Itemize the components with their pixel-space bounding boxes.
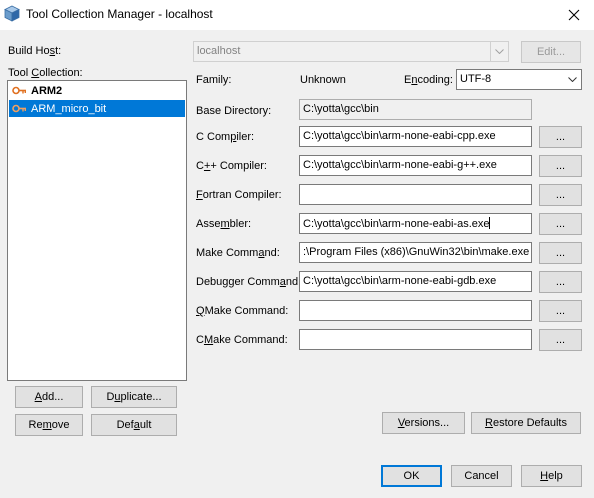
make-command-field[interactable]: :\Program Files (x86)\GnuWin32\bin\make.… (299, 242, 532, 263)
edit-host-label: Edit... (536, 46, 566, 58)
c-compiler-label: C Compiler: (196, 131, 255, 143)
cpp-compiler-browse-button[interactable]: ... (539, 155, 582, 177)
assembler-label: Assembler: (196, 218, 252, 230)
add-button[interactable]: Add... (15, 386, 83, 408)
cpp-compiler-label: C++ Compiler: (196, 160, 267, 172)
c-compiler-value: C:\yotta\gcc\bin\arm-none-eabi-cpp.exe (303, 130, 496, 142)
cancel-button[interactable]: Cancel (451, 465, 512, 487)
base-directory-value: C:\yotta\gcc\bin (303, 103, 379, 115)
chevron-down-icon (563, 70, 581, 89)
fortran-compiler-label: Fortran Compiler: (196, 189, 282, 201)
make-command-label: Make Command: (196, 247, 280, 259)
help-button[interactable]: Help (521, 465, 582, 487)
debugger-command-browse-button[interactable]: ... (539, 271, 582, 293)
cpp-compiler-value: C:\yotta\gcc\bin\arm-none-eabi-g++.exe (303, 159, 497, 171)
text-cursor (489, 217, 491, 229)
build-host-select[interactable]: localhost (193, 41, 509, 62)
cmake-command-field[interactable] (299, 329, 532, 350)
add-label: Add... (34, 391, 64, 403)
restore-defaults-label: Restore Defaults (485, 417, 567, 429)
ok-button[interactable]: OK (381, 465, 442, 487)
chevron-down-icon (490, 42, 508, 61)
ok-label: OK (403, 470, 420, 482)
default-button[interactable]: Default (91, 414, 177, 436)
title-bar: Tool Collection Manager - localhost (0, 0, 594, 30)
qmake-command-field[interactable] (299, 300, 532, 321)
list-item-arm-micro-bit[interactable]: ARM_micro_bit (9, 100, 185, 117)
base-directory-label: Base Directory: (196, 105, 272, 117)
browse-label: ... (555, 131, 566, 143)
encoding-select[interactable]: UTF-8 (456, 69, 582, 90)
assembler-browse-button[interactable]: ... (539, 213, 582, 235)
default-label: Default (116, 419, 152, 431)
browse-label: ... (555, 189, 566, 201)
make-command-value: :\Program Files (x86)\GnuWin32\bin\make.… (303, 246, 530, 258)
help-label: Help (540, 470, 563, 482)
restore-defaults-button[interactable]: Restore Defaults (471, 412, 581, 434)
key-tool-icon (12, 86, 27, 95)
list-item-label: ARM_micro_bit (31, 102, 107, 115)
close-button[interactable] (554, 0, 594, 30)
build-host-value: localhost (197, 45, 241, 57)
tool-collection-list[interactable]: ARM2 ARM_micro_bit (7, 80, 187, 381)
fortran-compiler-browse-button[interactable]: ... (539, 184, 582, 206)
window-title: Tool Collection Manager - localhost (26, 7, 213, 21)
key-tool-icon (12, 104, 27, 113)
versions-button[interactable]: Versions... (382, 412, 465, 434)
debugger-command-label: Debugger Command: (196, 276, 302, 288)
browse-label: ... (555, 334, 566, 346)
assembler-field[interactable]: C:\yotta\gcc\bin\arm-none-eabi-as.exe (299, 213, 532, 234)
duplicate-button[interactable]: Duplicate... (91, 386, 177, 408)
fortran-compiler-field[interactable] (299, 184, 532, 205)
family-value: Unknown (300, 74, 346, 86)
encoding-label: Encoding: (404, 74, 453, 86)
duplicate-label: Duplicate... (106, 391, 162, 403)
assembler-value: C:\yotta\gcc\bin\arm-none-eabi-as.exe (303, 218, 490, 230)
browse-label: ... (555, 218, 566, 230)
browse-label: ... (555, 305, 566, 317)
c-compiler-field[interactable]: C:\yotta\gcc\bin\arm-none-eabi-cpp.exe (299, 126, 532, 147)
cancel-label: Cancel (464, 470, 499, 482)
netbeans-cube-icon (4, 5, 20, 22)
cmake-command-browse-button[interactable]: ... (539, 329, 582, 351)
tool-collection-label: Tool Collection: (8, 67, 83, 79)
remove-label: Remove (28, 419, 70, 431)
versions-label: Versions... (397, 417, 450, 429)
family-label: Family: (196, 74, 232, 86)
build-host-label: Build Host: (8, 45, 62, 57)
base-directory-field[interactable]: C:\yotta\gcc\bin (299, 99, 532, 120)
list-item-arm2[interactable]: ARM2 (9, 82, 185, 99)
close-icon (568, 9, 580, 21)
qmake-command-browse-button[interactable]: ... (539, 300, 582, 322)
encoding-value: UTF-8 (460, 73, 492, 85)
c-compiler-browse-button[interactable]: ... (539, 126, 582, 148)
edit-host-button[interactable]: Edit... (521, 41, 581, 63)
list-item-label: ARM2 (31, 84, 63, 97)
browse-label: ... (555, 247, 566, 259)
qmake-command-label: QMake Command: (196, 305, 289, 317)
cpp-compiler-field[interactable]: C:\yotta\gcc\bin\arm-none-eabi-g++.exe (299, 155, 532, 176)
make-command-browse-button[interactable]: ... (539, 242, 582, 264)
browse-label: ... (555, 160, 566, 172)
remove-button[interactable]: Remove (15, 414, 83, 436)
debugger-command-value: C:\yotta\gcc\bin\arm-none-eabi-gdb.exe (303, 275, 497, 287)
debugger-command-field[interactable]: C:\yotta\gcc\bin\arm-none-eabi-gdb.exe (299, 271, 532, 292)
cmake-command-label: CMake Command: (196, 334, 288, 346)
browse-label: ... (555, 276, 566, 288)
